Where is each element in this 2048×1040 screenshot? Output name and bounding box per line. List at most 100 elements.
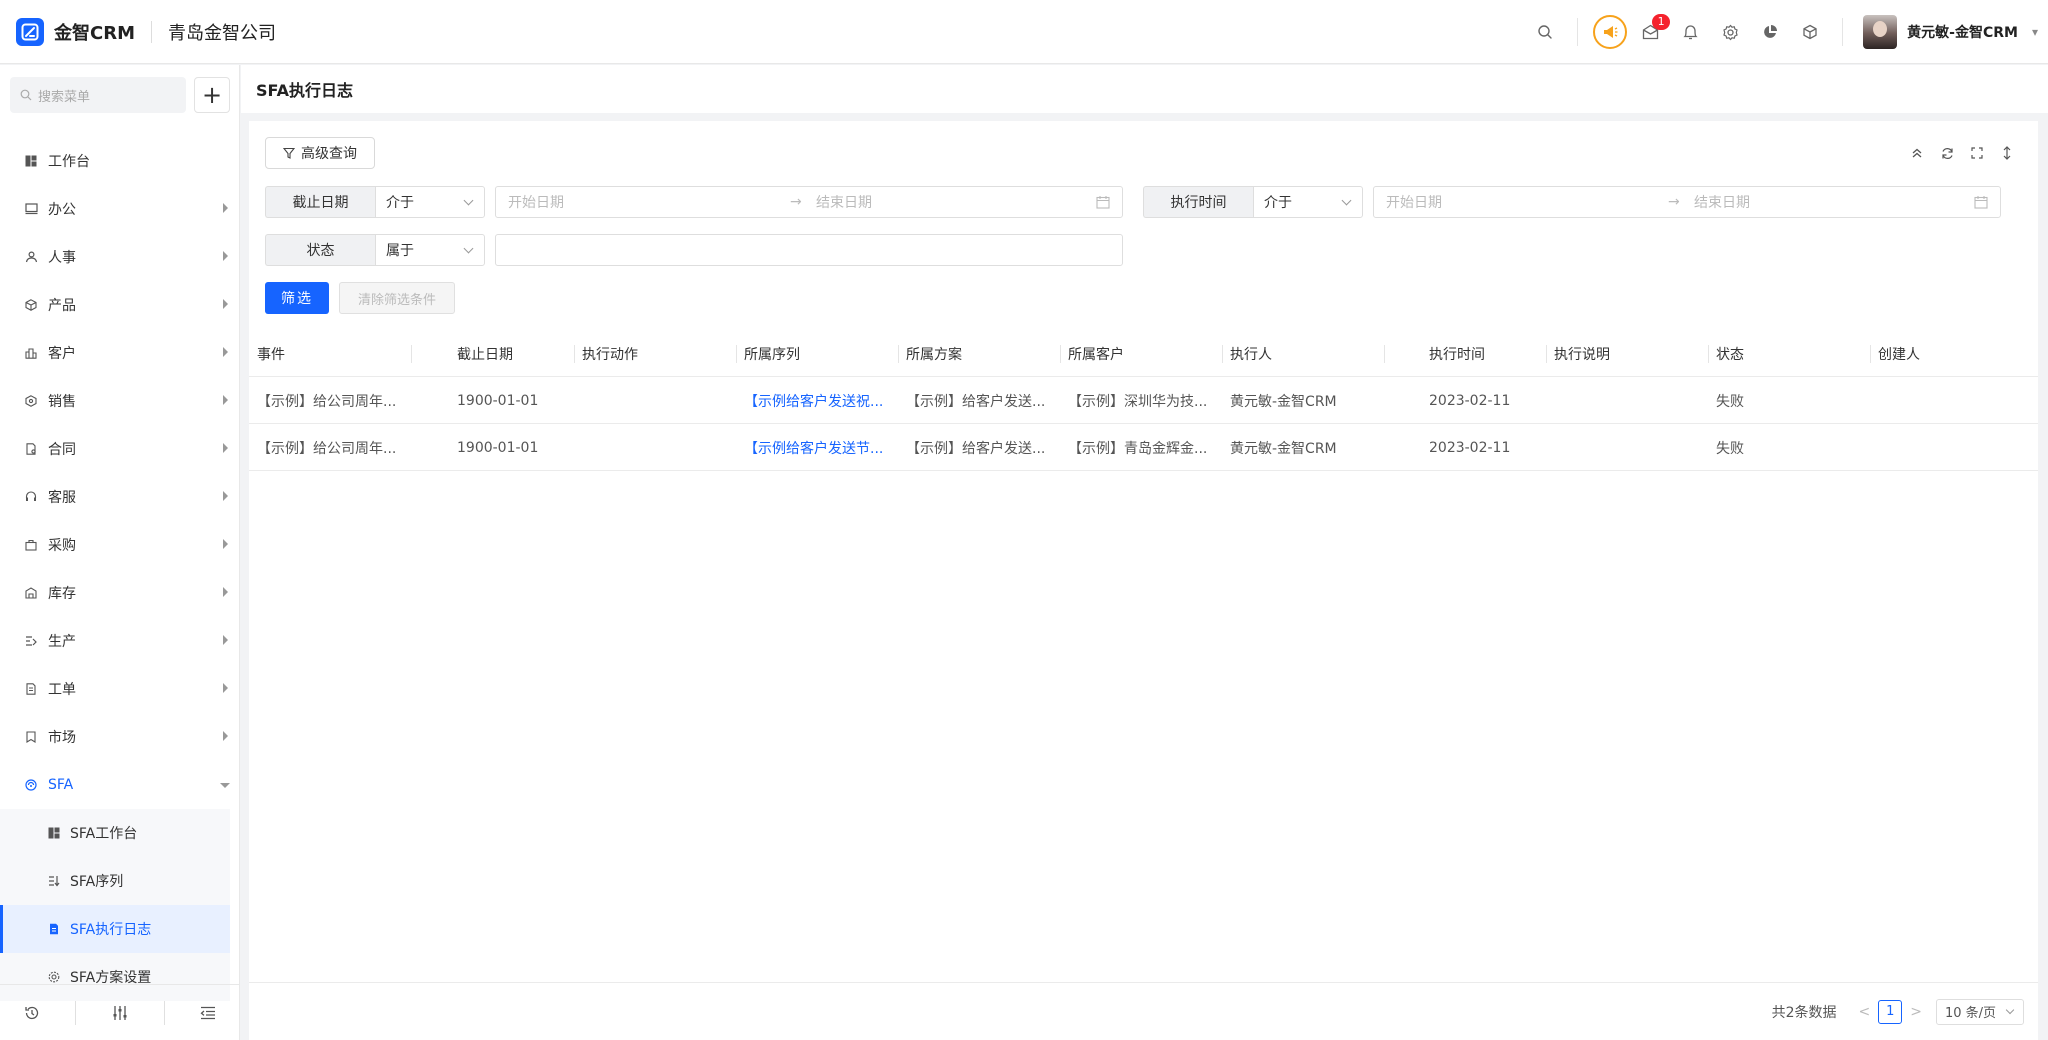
chevron-down-icon — [463, 195, 474, 206]
sidebar-item-contract[interactable]: 合同 — [0, 425, 240, 473]
customer-icon — [24, 346, 38, 360]
gear-icon[interactable] — [1710, 12, 1750, 52]
sidebar-item-label: SFA序列 — [70, 874, 124, 890]
cube-icon — [24, 298, 38, 312]
filter-row-2: 状态 属于 — [265, 234, 1123, 266]
sidebar-item-customer[interactable]: 客户 — [0, 329, 240, 377]
deadline-operator-select[interactable]: 介于 — [375, 186, 485, 218]
prev-page-button[interactable]: < — [1859, 1004, 1871, 1020]
table-row[interactable]: 【示例】给公司周年... 1900-01-01 【示例给客户发送祝... 【示例… — [249, 377, 2038, 424]
sliders-icon[interactable] — [100, 993, 140, 1033]
chevron-right-icon — [223, 587, 228, 597]
sidebar-item-workbench[interactable]: 工作台 — [0, 137, 240, 185]
sidebar-item-sfa[interactable]: SFA — [0, 761, 240, 809]
brand-name: 金智CRM — [54, 22, 135, 44]
sidebar-item-sfa-log[interactable]: SFA执行日志 — [0, 905, 230, 953]
column-height-icon[interactable] — [1992, 139, 2022, 167]
pie-chart-icon[interactable] — [1750, 12, 1790, 52]
sidebar-item-product[interactable]: 产品 — [0, 281, 240, 329]
col-header-sequence[interactable]: 所属序列 — [744, 331, 800, 377]
col-header-action[interactable]: 执行动作 — [582, 331, 638, 377]
col-header-exec-time[interactable]: 执行时间 — [1429, 331, 1485, 377]
cell-sequence-link[interactable]: 【示例给客户发送祝... — [744, 377, 883, 424]
logo[interactable]: 金智CRM — [16, 17, 135, 46]
search-icon[interactable] — [1525, 12, 1565, 52]
chevron-right-icon — [223, 635, 228, 645]
chevron-right-icon — [223, 347, 228, 357]
exec-time-filter-label: 执行时间 — [1143, 186, 1253, 218]
col-header-customer[interactable]: 所属客户 — [1068, 331, 1124, 377]
user-menu[interactable]: 黄元敏-金智CRM ▾ — [1863, 15, 2038, 49]
log-table: 事件 截止日期 执行动作 所属序列 所属方案 所属客户 执行人 执行时间 执行说… — [249, 331, 2038, 471]
refresh-icon[interactable] — [1932, 139, 1962, 167]
box-icon[interactable] — [1790, 12, 1830, 52]
sidebar-item-label: 人事 — [48, 250, 76, 266]
col-header-event[interactable]: 事件 — [257, 331, 285, 377]
sidebar-item-service[interactable]: 客服 — [0, 473, 240, 521]
chevron-right-icon — [223, 395, 228, 405]
sidebar-item-office[interactable]: 办公 — [0, 185, 240, 233]
calendar-icon — [1096, 195, 1110, 213]
sidebar-item-label: SFA工作台 — [70, 826, 138, 842]
sidebar-item-sales[interactable]: 销售 — [0, 377, 240, 425]
deadline-operator-value: 介于 — [386, 195, 414, 211]
table-row[interactable]: 【示例】给公司周年... 1900-01-01 【示例给客户发送节... 【示例… — [249, 424, 2038, 471]
bell-icon[interactable] — [1670, 12, 1710, 52]
chevron-right-icon — [223, 539, 228, 549]
sidebar-item-sfa-sequence[interactable]: SFA序列 — [0, 857, 230, 905]
page-title: SFA执行日志 — [241, 65, 2048, 113]
status-value-input[interactable] — [495, 234, 1123, 266]
exec-time-operator-select[interactable]: 介于 — [1253, 186, 1363, 218]
chevron-right-icon — [223, 683, 228, 693]
fullscreen-icon[interactable] — [1962, 139, 1992, 167]
advanced-query-button[interactable]: 高级查询 — [265, 137, 375, 169]
page-size-select[interactable]: 10 条/页 — [1936, 998, 2024, 1025]
sidebar-item-sfa-workbench[interactable]: SFA工作台 — [0, 809, 230, 857]
company-name[interactable]: 青岛金智公司 — [168, 19, 276, 45]
col-header-creator[interactable]: 创建人 — [1878, 331, 1920, 377]
announcement-button[interactable] — [1590, 12, 1630, 52]
horn-icon — [1593, 15, 1628, 49]
add-menu-button[interactable]: + — [194, 77, 230, 113]
history-icon[interactable] — [12, 993, 52, 1033]
range-arrow-icon: → — [790, 194, 802, 210]
next-page-button[interactable]: > — [1910, 1004, 1922, 1020]
cell-exec-time: 2023-02-11 — [1429, 392, 1511, 409]
col-header-executor[interactable]: 执行人 — [1230, 331, 1272, 377]
sidebar-item-label: 产品 — [48, 298, 76, 314]
col-header-exec-note[interactable]: 执行说明 — [1554, 331, 1610, 377]
column-divider — [898, 345, 899, 363]
col-header-plan[interactable]: 所属方案 — [906, 331, 962, 377]
exec-time-operator-value: 介于 — [1264, 195, 1292, 211]
notification-badge: 1 — [1652, 14, 1671, 30]
deadline-date-range[interactable]: 开始日期 → 结束日期 — [495, 186, 1123, 218]
column-divider — [1708, 345, 1709, 363]
pagination: 共2条数据 < 1 > 10 条/页 — [249, 982, 2038, 1040]
filter-button[interactable]: 筛选 — [265, 282, 329, 314]
sidebar-item-inventory[interactable]: 库存 — [0, 569, 240, 617]
cell-exec-time: 2023-02-11 — [1429, 439, 1511, 456]
collapse-menu-icon[interactable] — [188, 993, 228, 1033]
sfa-submenu: SFA工作台 SFA序列 SFA执行日志 SFA方案设置 — [0, 809, 230, 1001]
clear-filter-button[interactable]: 清除筛选条件 — [339, 282, 455, 314]
dashboard-icon — [48, 827, 60, 839]
pagination-total: 共2条数据 — [1771, 1004, 1837, 1021]
page-number-button[interactable]: 1 — [1878, 999, 1903, 1024]
col-header-deadline[interactable]: 截止日期 — [457, 331, 513, 377]
cell-customer: 【示例】青岛金辉金... — [1068, 440, 1208, 457]
status-operator-select[interactable]: 属于 — [375, 234, 485, 266]
exec-time-date-range[interactable]: 开始日期 → 结束日期 — [1373, 186, 2001, 218]
column-divider — [1384, 345, 1385, 363]
double-chevron-up-icon[interactable] — [1902, 139, 1932, 167]
menu-search-input[interactable]: 搜索菜单 — [10, 77, 186, 113]
sidebar-item-label: 工作台 — [48, 154, 90, 170]
sidebar-item-purchase[interactable]: 采购 — [0, 521, 240, 569]
col-header-status[interactable]: 状态 — [1716, 331, 1744, 377]
sidebar-item-ticket[interactable]: 工单 — [0, 665, 240, 713]
sidebar-item-production[interactable]: 生产 — [0, 617, 240, 665]
sidebar-item-market[interactable]: 市场 — [0, 713, 240, 761]
sidebar-item-hr[interactable]: 人事 — [0, 233, 240, 281]
message-inbox-icon[interactable]: 1 — [1630, 12, 1671, 52]
cell-status: 失败 — [1716, 440, 1744, 457]
cell-sequence-link[interactable]: 【示例给客户发送节... — [744, 424, 883, 471]
